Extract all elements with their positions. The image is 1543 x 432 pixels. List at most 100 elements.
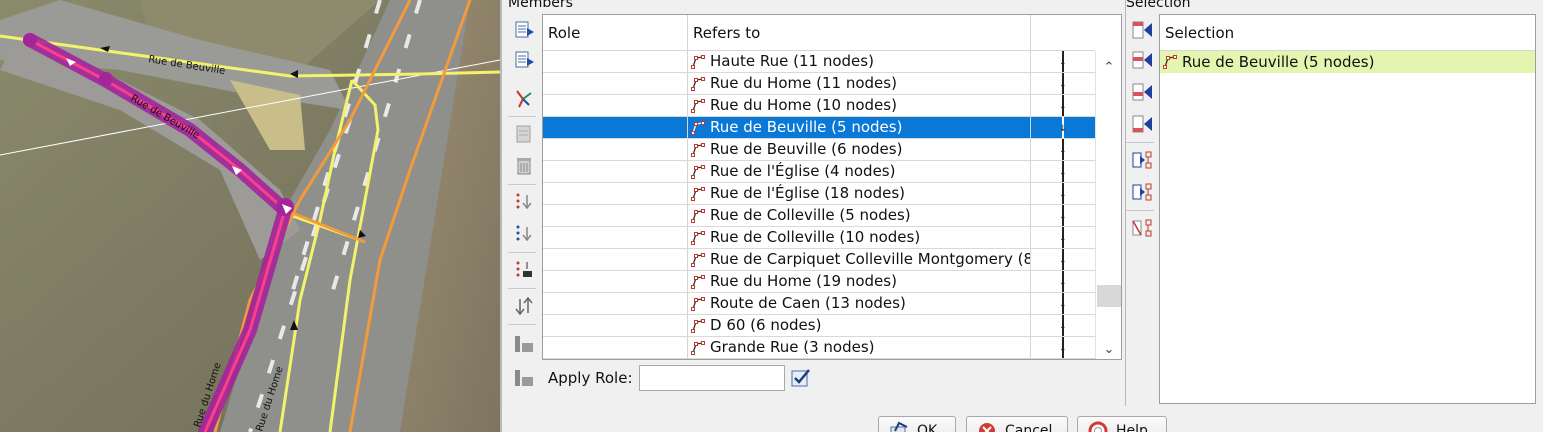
remove-selected-icon[interactable]	[1130, 216, 1154, 240]
add-at-end-icon[interactable]	[1130, 112, 1154, 136]
download-members-icon[interactable]	[512, 222, 536, 246]
selection-column-header[interactable]: Selection	[1160, 15, 1535, 51]
trash-icon[interactable]	[512, 154, 536, 178]
member-role-cell[interactable]	[543, 117, 688, 138]
member-refers-to-cell[interactable]: Rue du Home (19 nodes)	[688, 271, 1031, 292]
member-refers-to-cell[interactable]: Rue de Carpiquet Colleville Montgomery (…	[688, 249, 1031, 270]
member-role-cell[interactable]	[543, 249, 688, 270]
member-refers-to-cell[interactable]: Grande Rue (3 nodes)	[688, 337, 1031, 358]
add-at-start-icon[interactable]	[1130, 18, 1154, 42]
member-role-cell[interactable]	[543, 227, 688, 248]
table-row[interactable]: D 60 (6 nodes) ↓	[543, 315, 1095, 337]
scroll-up-icon[interactable]: ⌃	[1096, 57, 1121, 77]
member-label: Rue de l'Église (18 nodes)	[710, 184, 906, 202]
connection-cell: ↓	[1031, 161, 1095, 182]
way-icon	[1163, 55, 1177, 69]
table-row[interactable]: Rue de Beuville (5 nodes) ↓	[543, 117, 1095, 139]
help-button[interactable]: Help	[1077, 416, 1167, 432]
table-row[interactable]: Route de Caen (13 nodes) ↓	[543, 293, 1095, 315]
member-role-cell[interactable]	[543, 205, 688, 226]
member-refers-to-cell[interactable]: Rue de Colleville (10 nodes)	[688, 227, 1031, 248]
move-up-icon[interactable]	[512, 18, 536, 42]
apply-role-check-icon[interactable]	[791, 368, 811, 388]
select-members-from-selection-icon[interactable]	[1130, 180, 1154, 204]
member-refers-to-cell[interactable]: Rue de Beuville (6 nodes)	[688, 139, 1031, 160]
members-table[interactable]: Role Refers to Haute Rue (11 nodes) ↓ Rue …	[542, 14, 1122, 360]
help-icon	[1088, 421, 1108, 432]
member-role-cell[interactable]	[543, 183, 688, 204]
add-after-icon[interactable]	[1130, 80, 1154, 104]
member-refers-to-cell[interactable]: Route de Caen (13 nodes)	[688, 293, 1031, 314]
member-role-cell[interactable]	[543, 51, 688, 72]
member-role-cell[interactable]	[543, 315, 688, 336]
apply-role-row: Apply Role:	[512, 365, 811, 391]
column-header-connection[interactable]	[1031, 15, 1095, 51]
cancel-button-label: Cancel	[1005, 423, 1053, 432]
table-row[interactable]: Rue de Carpiquet Colleville Montgomery (…	[543, 249, 1095, 271]
member-refers-to-cell[interactable]: Rue du Home (10 nodes)	[688, 95, 1031, 116]
member-refers-to-cell[interactable]: D 60 (6 nodes)	[688, 315, 1031, 336]
download-incomplete-icon[interactable]	[512, 258, 536, 282]
cancel-button[interactable]: Cancel	[966, 416, 1068, 432]
member-role-cell[interactable]	[543, 139, 688, 160]
column-header-refers-to[interactable]: Refers to	[688, 15, 1031, 51]
set-role-icon[interactable]	[512, 332, 536, 356]
connection-cell: ↓	[1031, 227, 1095, 248]
column-header-role[interactable]: Role	[543, 15, 688, 51]
reverse-icon[interactable]	[512, 294, 536, 318]
connection-cell: ↓	[1031, 95, 1095, 116]
member-role-cell[interactable]	[543, 161, 688, 182]
table-row[interactable]: Rue de Beuville (6 nodes) ↓	[543, 139, 1095, 161]
member-refers-to-cell[interactable]: Rue du Home (11 nodes)	[688, 73, 1031, 94]
member-role-cell[interactable]	[543, 271, 688, 292]
table-row[interactable]: Rue du Home (11 nodes) ↓	[543, 73, 1095, 95]
member-refers-to-cell[interactable]: Rue de l'Église (18 nodes)	[688, 183, 1031, 204]
connection-cell: ↓	[1031, 271, 1095, 292]
member-role-cell[interactable]	[543, 73, 688, 94]
member-label: Rue de Beuville (6 nodes)	[710, 140, 903, 158]
table-row[interactable]: Grande Rue (3 nodes) ↓	[543, 337, 1095, 359]
ok-icon	[890, 421, 908, 432]
ok-button[interactable]: OK	[878, 416, 956, 432]
select-in-members-icon[interactable]	[1130, 148, 1154, 172]
map-canvas[interactable]: Rue de Beuville Rue de Beuville Rue du H…	[0, 0, 500, 432]
member-label: Rue de l'Église (4 nodes)	[710, 162, 896, 180]
sort-icon[interactable]	[512, 86, 536, 110]
scroll-down-icon[interactable]: ⌄	[1096, 339, 1121, 359]
way-icon	[691, 274, 705, 289]
connection-cell: ↓	[1031, 337, 1095, 358]
member-label: D 60 (6 nodes)	[710, 316, 822, 334]
member-refers-to-cell[interactable]: Rue de Colleville (5 nodes)	[688, 205, 1031, 226]
member-refers-to-cell[interactable]: Rue de l'Église (4 nodes)	[688, 161, 1031, 182]
member-refers-to-cell[interactable]: Rue de Beuville (5 nodes)	[688, 117, 1031, 138]
table-row[interactable]: Rue de l'Église (18 nodes) ↓	[543, 183, 1095, 205]
help-button-label: Help	[1116, 423, 1148, 432]
way-icon	[691, 120, 705, 135]
selection-row[interactable]: Rue de Beuville (5 nodes)	[1160, 51, 1535, 73]
table-row[interactable]: Rue du Home (10 nodes) ↓	[543, 95, 1095, 117]
member-role-cell[interactable]	[543, 293, 688, 314]
selection-table[interactable]: Selection Rue de Beuville (5 nodes)	[1159, 14, 1536, 404]
way-icon	[691, 252, 705, 267]
table-row[interactable]: Rue du Home (19 nodes) ↓	[543, 271, 1095, 293]
relation-editor-dialog: Members Role Refers to Haute Rue (11 nod…	[500, 0, 1543, 432]
table-row[interactable]: Rue de Colleville (10 nodes) ↓	[543, 227, 1095, 249]
map-view[interactable]: Rue de Beuville Rue de Beuville Rue du H…	[0, 0, 500, 432]
table-row[interactable]: Haute Rue (11 nodes) ↓	[543, 51, 1095, 73]
member-label: Haute Rue (11 nodes)	[710, 52, 874, 70]
members-scrollbar[interactable]: ⌃ ⌄	[1095, 51, 1121, 359]
scroll-thumb[interactable]	[1097, 285, 1121, 307]
edit-icon[interactable]	[512, 122, 536, 146]
select-members-icon[interactable]	[512, 190, 536, 214]
connection-cell: ↓	[1031, 183, 1095, 204]
table-row[interactable]: Rue de Colleville (5 nodes) ↓	[543, 205, 1095, 227]
member-role-cell[interactable]	[543, 95, 688, 116]
way-icon	[691, 76, 705, 91]
member-role-cell[interactable]	[543, 337, 688, 358]
add-before-icon[interactable]	[1130, 48, 1154, 72]
member-refers-to-cell[interactable]: Haute Rue (11 nodes)	[688, 51, 1031, 72]
way-icon	[691, 186, 705, 201]
table-row[interactable]: Rue de l'Église (4 nodes) ↓	[543, 161, 1095, 183]
move-down-icon[interactable]	[512, 48, 536, 72]
apply-role-input[interactable]	[638, 365, 785, 391]
